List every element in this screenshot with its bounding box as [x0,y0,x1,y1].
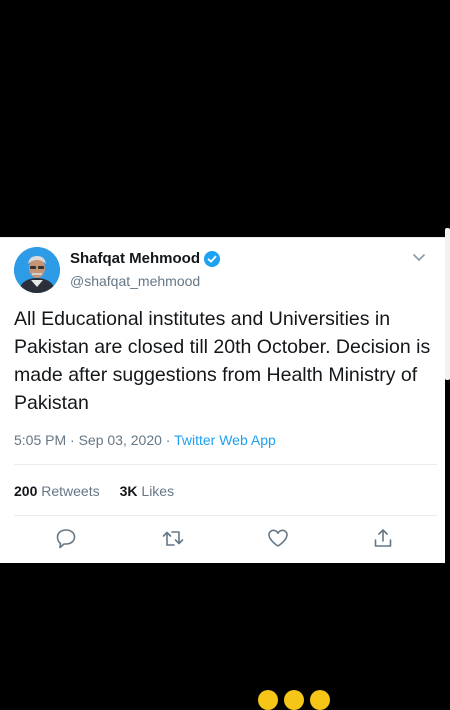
scrollbar[interactable] [445,228,450,380]
likes-label: Likes [141,483,175,499]
author-name[interactable]: Shafqat Mehmood [70,250,200,267]
heart-icon[interactable] [266,526,290,550]
avatar[interactable] [14,247,60,293]
reply-icon[interactable] [54,526,78,550]
tweet-stats: 200 Retweets 3K Likes [14,483,174,499]
meta-separator: · [161,432,175,448]
tweet-source-link[interactable]: Twitter Web App [174,432,276,448]
author-handle[interactable]: @shafqat_mehmood [70,273,200,289]
retweets-count: 200 [14,483,38,499]
meta-separator: · [66,432,79,448]
share-icon[interactable] [371,526,395,550]
divider [14,464,437,465]
retweet-icon[interactable] [161,526,185,550]
emoji-icon [258,690,278,710]
tweet-card: Shafqat Mehmood @shafqat_mehmood All Edu… [0,237,445,563]
likes-stat[interactable]: 3K Likes [120,483,174,499]
tweet-date: Sep 03, 2020 [78,432,162,448]
emoji-icon [284,690,304,710]
tweet-time: 5:05 PM [14,432,67,448]
tweet-meta: 5:05 PM · Sep 03, 2020 · Twitter Web App [14,432,276,448]
retweets-stat[interactable]: 200 Retweets [14,483,100,499]
retweets-label: Retweets [41,483,100,499]
divider [14,515,437,516]
chevron-down-icon[interactable] [411,252,427,264]
tweet-text: All Educational institutes and Universit… [14,308,431,414]
emoji-icon [310,690,330,710]
likes-count: 3K [119,483,138,499]
author-row: Shafqat Mehmood [70,250,220,267]
verified-badge-icon [204,250,220,267]
